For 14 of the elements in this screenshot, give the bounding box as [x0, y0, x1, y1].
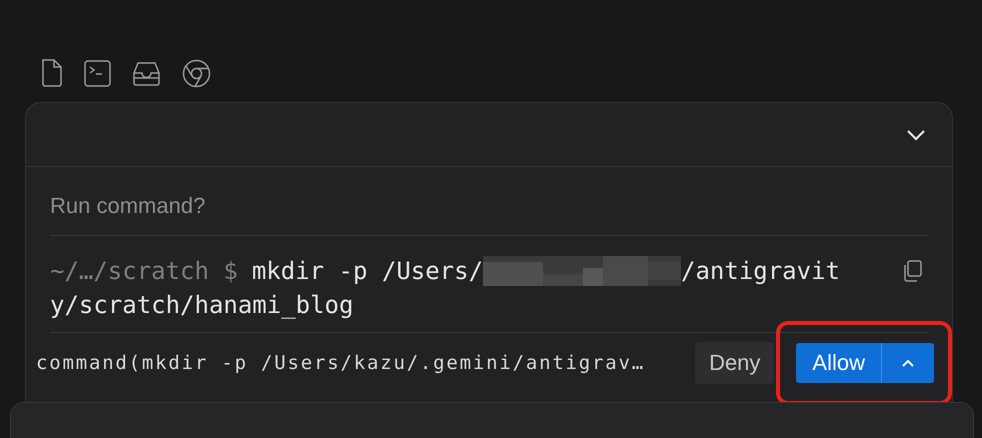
command-rule-text: command(mkdir -p /Users/kazu/.gemini/antigrav…	[36, 352, 645, 374]
copy-icon[interactable]	[902, 260, 922, 282]
chevron-down-icon[interactable]	[906, 128, 926, 140]
caret-up-icon	[901, 358, 915, 368]
command-text: /antigravit	[681, 257, 840, 285]
command-text: y/scratch/hanami_blog	[50, 291, 354, 319]
browser-icon[interactable]	[182, 58, 211, 88]
command-text: mkdir -p /Users/	[252, 257, 484, 285]
dialog-title: Run command?	[50, 167, 928, 236]
file-icon[interactable]	[41, 59, 63, 87]
deny-button[interactable]: Deny	[695, 342, 774, 384]
shell-prompt: ~/…/scratch $	[50, 257, 238, 285]
inbox-icon[interactable]	[132, 60, 161, 86]
terminal-icon[interactable]	[84, 60, 111, 86]
